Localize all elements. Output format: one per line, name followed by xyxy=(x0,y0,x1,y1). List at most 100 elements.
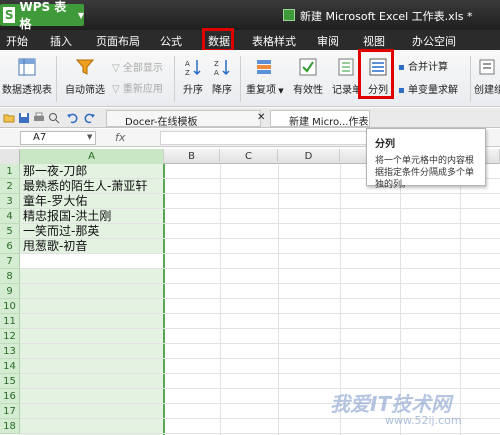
grid-line xyxy=(20,253,500,254)
tab-review[interactable]: 审阅 xyxy=(317,33,339,49)
title-bar: S WPS 表格 ▼ 新建 Microsoft Excel 工作表.xls * xyxy=(0,0,500,31)
row-header[interactable]: 11 xyxy=(0,314,20,329)
grid-line xyxy=(20,343,500,344)
cell-a6[interactable]: 甩葱歌-初音 xyxy=(23,239,87,254)
row-header[interactable]: 6 xyxy=(0,239,20,254)
tooltip-body: 将一个单元格中的内容根据指定条件分隔成多个单独的列。 xyxy=(375,156,475,190)
grid-line xyxy=(20,268,500,269)
save-icon[interactable] xyxy=(18,112,30,124)
cell-a1[interactable]: 那一夜-刀郎 xyxy=(23,164,87,179)
tab-view[interactable]: 视图 xyxy=(363,33,385,49)
spreadsheet-file-icon xyxy=(283,9,295,21)
active-cell-a7[interactable] xyxy=(20,254,164,269)
sort-ascending-label: 升序 xyxy=(183,85,203,96)
tab-insert[interactable]: 插入 xyxy=(50,33,72,49)
doc-tab-workbook[interactable]: 新建 Micro...作表 xyxy=(270,110,370,128)
row-header[interactable]: 3 xyxy=(0,194,20,209)
column-header-d[interactable]: D xyxy=(278,149,340,164)
duplicates-button[interactable]: 重复项 ▼ xyxy=(246,58,284,96)
grid-line xyxy=(20,313,500,314)
row-header[interactable]: 10 xyxy=(0,299,20,314)
tab-home[interactable]: 开始 xyxy=(6,33,28,49)
row-header[interactable]: 14 xyxy=(0,359,20,374)
sort-ascending-button[interactable]: AZ 升序 xyxy=(180,58,206,96)
svg-text:Z: Z xyxy=(185,69,190,76)
name-box[interactable]: A7 xyxy=(20,131,96,145)
row-header[interactable]: 1 xyxy=(0,164,20,179)
formula-input[interactable] xyxy=(160,131,370,145)
tab-formulas[interactable]: 公式 xyxy=(160,33,182,49)
row-header[interactable]: 18 xyxy=(0,419,20,434)
row-header[interactable]: 13 xyxy=(0,344,20,359)
column-header-c[interactable]: C xyxy=(220,149,278,164)
cell-a4[interactable]: 精忠报国-洪土刚 xyxy=(23,209,111,224)
column-header-b[interactable]: B xyxy=(164,149,220,164)
validity-button[interactable]: 有效性 xyxy=(290,58,326,96)
show-all-button[interactable]: ▽ 全部显示 xyxy=(112,59,163,74)
sort-ascending-icon: AZ xyxy=(185,60,201,76)
grid-line xyxy=(20,328,500,329)
column-header-a[interactable]: A xyxy=(20,149,164,164)
pivot-table-button[interactable]: 数据透视表 xyxy=(2,58,52,96)
grid-line xyxy=(20,208,500,209)
grid-line xyxy=(20,283,500,284)
cell-a2[interactable]: 最熟悉的陌生人-萧亚轩 xyxy=(23,179,147,194)
sort-descending-label: 降序 xyxy=(212,85,232,96)
tab-office-space[interactable]: 办公空间 xyxy=(412,33,456,49)
split-columns-tooltip: 分列 将一个单元格中的内容根据指定条件分隔成多个单独的列。 xyxy=(366,128,486,190)
svg-text:A: A xyxy=(214,69,219,76)
row-header[interactable]: 2 xyxy=(0,179,20,194)
redo-icon[interactable] xyxy=(84,112,96,124)
goal-seek-button[interactable]: ▪ 单变量求解 xyxy=(398,81,458,96)
cell-a5[interactable]: 一笑而过-那英 xyxy=(23,224,99,239)
app-menu-button[interactable]: S WPS 表格 ▼ xyxy=(0,0,84,31)
grid-line xyxy=(20,433,500,434)
record-form-label: 记录单 xyxy=(332,85,360,96)
selection-border xyxy=(163,164,165,435)
row-header[interactable]: 9 xyxy=(0,284,20,299)
row-header[interactable]: 16 xyxy=(0,389,20,404)
sort-descending-button[interactable]: ZA 降序 xyxy=(209,58,235,96)
undo-icon[interactable] xyxy=(66,112,78,124)
grid-line xyxy=(278,164,279,435)
open-folder-icon[interactable] xyxy=(3,112,15,124)
row-header[interactable]: 15 xyxy=(0,374,20,389)
create-group-button[interactable]: 创建组 xyxy=(474,58,500,96)
consolidate-icon: ▪ xyxy=(398,62,405,73)
select-all-corner[interactable] xyxy=(0,149,20,164)
create-group-icon xyxy=(479,59,495,75)
preview-icon[interactable] xyxy=(48,112,60,124)
app-name: WPS 表格 xyxy=(19,0,67,31)
tab-table-style[interactable]: 表格样式 xyxy=(252,33,296,49)
chevron-down-icon[interactable]: ▼ xyxy=(87,133,92,141)
row-header[interactable]: 12 xyxy=(0,329,20,344)
cell-a3[interactable]: 童年-罗大佑 xyxy=(23,194,87,209)
print-icon[interactable] xyxy=(33,112,45,124)
grid-line xyxy=(20,223,500,224)
svg-text:A: A xyxy=(185,60,190,68)
menu-bar: 开始 插入 页面布局 公式 数据 表格样式 审阅 视图 办公空间 xyxy=(0,30,500,50)
close-icon[interactable]: ✕ xyxy=(257,112,265,123)
grid-line xyxy=(460,164,461,435)
row-header[interactable]: 7 xyxy=(0,254,20,269)
row-header[interactable]: 17 xyxy=(0,404,20,419)
row-header[interactable]: 8 xyxy=(0,269,20,284)
reapply-button[interactable]: ▽ 重新应用 xyxy=(112,80,163,95)
grid-line xyxy=(20,358,500,359)
consolidate-button[interactable]: ▪ 合并计算 xyxy=(398,58,448,73)
grid-line xyxy=(20,373,500,374)
show-all-label: 全部显示 xyxy=(122,63,163,74)
record-form-button[interactable]: 记录单 xyxy=(332,58,360,96)
record-form-icon xyxy=(338,58,354,76)
ribbon-divider xyxy=(56,56,57,102)
grid-line xyxy=(20,238,500,239)
validity-label: 有效性 xyxy=(293,85,323,96)
row-header[interactable]: 4 xyxy=(0,209,20,224)
autofilter-button[interactable]: 自动筛选 xyxy=(62,58,108,96)
watermark-text: 我爱IT技术网 xyxy=(330,392,452,416)
row-header[interactable]: 5 xyxy=(0,224,20,239)
workbook-tab-label: 新建 Micro...作表 xyxy=(289,117,369,128)
insert-function-icon[interactable]: fx xyxy=(115,131,125,144)
doc-tab-docer[interactable]: Docer-在线模板 ✕ xyxy=(106,110,265,128)
tab-page-layout[interactable]: 页面布局 xyxy=(96,33,140,49)
